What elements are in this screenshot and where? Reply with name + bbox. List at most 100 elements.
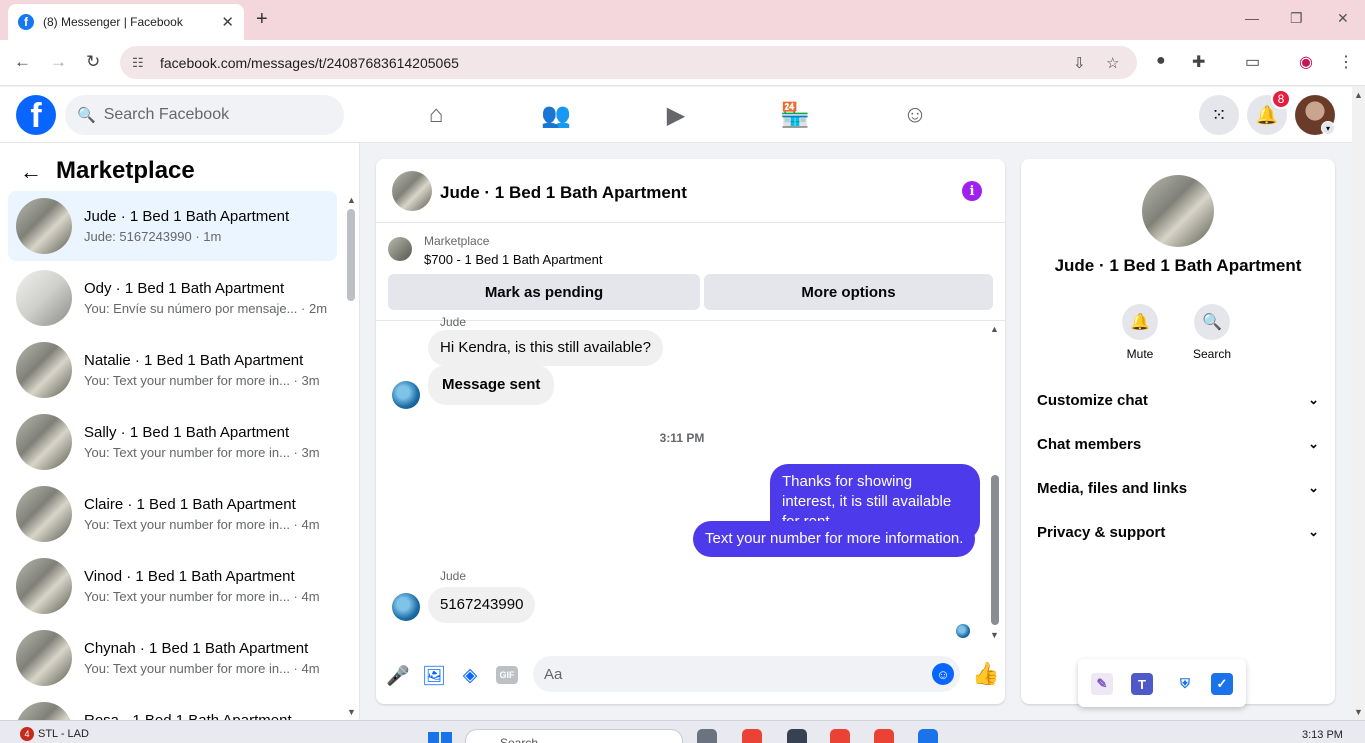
browser-menu-icon[interactable]: ⋮ (1338, 52, 1354, 72)
security-check-icon[interactable]: ✓ (1211, 673, 1233, 695)
conversation-item[interactable]: Jude · 1 Bed 1 Bath Apartment Jude: 5167… (8, 191, 337, 261)
restore-icon[interactable]: ❐ (1290, 10, 1303, 27)
app-icon[interactable] (787, 729, 807, 743)
conversation-item[interactable]: Ody · 1 Bed 1 Bath Apartment You: Envíe … (8, 263, 337, 333)
conversation-item[interactable]: Sally · 1 Bed 1 Bath Apartment You: Text… (8, 407, 337, 477)
listing-card: Marketplace $700 - 1 Bed 1 Bath Apartmen… (376, 223, 1005, 321)
section-label: Media, files and links (1037, 480, 1188, 497)
listing-thumbnail[interactable] (388, 237, 412, 261)
chat-title[interactable]: Jude · 1 Bed 1 Bath Apartment (440, 183, 687, 203)
conversation-item[interactable]: Chynah · 1 Bed 1 Bath Apartment You: Tex… (8, 623, 337, 693)
contact-name: Jude · 1 Bed 1 Bath Apartment (1054, 256, 1302, 275)
scroll-down-icon[interactable]: ▼ (1354, 707, 1363, 717)
site-settings-icon[interactable]: ☷ (132, 55, 148, 71)
search-in-conversation-button[interactable]: 🔍 Search (1182, 304, 1242, 361)
bookmark-star-icon[interactable]: ☆ (1106, 54, 1119, 72)
conversation-avatar (16, 486, 72, 542)
conversation-item[interactable]: Claire · 1 Bed 1 Bath Apartment You: Tex… (8, 479, 337, 549)
listing-title[interactable]: $700 - 1 Bed 1 Bath Apartment (424, 252, 603, 267)
pen-icon[interactable]: ✎ (1091, 673, 1113, 695)
calendar-icon[interactable] (918, 729, 938, 743)
incoming-message[interactable]: Message sent (428, 365, 555, 405)
incoming-message[interactable]: Hi Kendra, is this still available? (428, 330, 663, 366)
scroll-down-icon[interactable]: ▼ (347, 707, 356, 717)
outgoing-message[interactable]: Text your number for more information. (693, 521, 976, 557)
tab-search-icon[interactable]: ▭ (1245, 52, 1260, 72)
message-input[interactable] (533, 656, 960, 692)
video-icon[interactable]: ▶ (661, 101, 691, 130)
friends-icon[interactable]: 👥 (541, 101, 571, 130)
teams-icon[interactable]: T (1131, 673, 1153, 695)
taskbar-search[interactable]: Search (465, 729, 683, 743)
profile-icon[interactable]: ◉ (1299, 52, 1313, 72)
cookie-extension-icon[interactable]: ● (1156, 52, 1166, 70)
gif-icon[interactable]: GIF (496, 666, 518, 684)
marketplace-icon[interactable]: 🏪 (780, 101, 810, 130)
thumbs-up-icon[interactable]: 👍 (972, 661, 999, 687)
facebook-header: f 🔍 ⌂ 👥 ▶ 🏪 ☺ ⁙ 🔔 (0, 87, 1352, 143)
media-files-links-section[interactable]: Media, files and links ⌄ (1037, 480, 1319, 497)
shield-icon[interactable]: ⛨ (1174, 673, 1196, 695)
chevron-down-icon: ⌄ (1308, 436, 1319, 451)
menu-grid-icon[interactable]: ⁙ (1199, 95, 1239, 135)
photo-icon[interactable]: 🖼 (422, 664, 446, 688)
extensions-icon[interactable]: ✚ (1192, 52, 1205, 72)
mute-button[interactable]: 🔔 Mute (1110, 304, 1170, 361)
sender-avatar (392, 381, 420, 409)
emoji-icon[interactable]: ☺ (932, 663, 954, 685)
window-close-icon[interactable]: ✕ (1337, 10, 1349, 27)
marketplace-sidebar: ← Marketplace Jude · 1 Bed 1 Bath Apartm… (0, 143, 360, 720)
groups-icon[interactable]: ☺ (900, 101, 930, 129)
facebook-logo[interactable]: f (16, 95, 56, 135)
file-explorer-icon[interactable] (697, 729, 717, 743)
address-bar[interactable]: ☷ facebook.com/messages/t/24087683614205… (120, 46, 1137, 79)
chat-members-section[interactable]: Chat members ⌄ (1037, 436, 1319, 453)
page-scrollbar[interactable]: ▲ ▼ (1352, 87, 1365, 720)
reload-icon[interactable]: ↻ (86, 52, 100, 72)
conversation-item[interactable]: Rosa · 1 Bed 1 Bath Apartment (8, 695, 337, 720)
forward-icon[interactable]: → (50, 52, 67, 72)
conversation-name: Jude · 1 Bed 1 Bath Apartment (84, 208, 290, 225)
tab-close-icon[interactable]: ✕ (221, 13, 234, 31)
sidebar-scrollbar[interactable] (347, 209, 355, 301)
info-icon[interactable]: i (962, 181, 982, 201)
notification-badge: 8 (1271, 89, 1291, 109)
sticker-icon[interactable]: ◈ (458, 664, 482, 687)
listing-source: Marketplace (424, 234, 490, 248)
weather-badge: 4 (20, 727, 34, 741)
privacy-support-section[interactable]: Privacy & support ⌄ (1037, 524, 1319, 541)
chrome-icon[interactable] (742, 729, 762, 743)
back-icon[interactable]: ← (14, 52, 31, 72)
conversation-info-panel: Jude · 1 Bed 1 Bath Apartment 🔔 Mute 🔍 S… (1021, 159, 1335, 704)
scroll-up-icon[interactable]: ▲ (347, 195, 356, 205)
incoming-message[interactable]: 5167243990 (428, 587, 536, 623)
minimize-icon[interactable]: — (1245, 10, 1259, 26)
chat-scrollbar[interactable] (991, 475, 999, 625)
new-tab-button[interactable]: + (256, 8, 268, 31)
contact-avatar[interactable] (1142, 175, 1214, 247)
facebook-search-input[interactable] (103, 106, 324, 124)
customize-chat-section[interactable]: Customize chat ⌄ (1037, 392, 1319, 409)
chat-avatar[interactable] (392, 171, 432, 211)
microphone-icon[interactable]: 🎤 (386, 664, 410, 688)
chrome-profile-icon[interactable] (830, 729, 850, 743)
conversation-name: Chynah · 1 Bed 1 Bath Apartment (84, 640, 309, 657)
conversation-item[interactable]: Natalie · 1 Bed 1 Bath Apartment You: Te… (8, 335, 337, 405)
install-app-icon[interactable]: ⇩ (1073, 54, 1086, 72)
scroll-down-icon[interactable]: ▼ (990, 630, 999, 640)
scroll-up-icon[interactable]: ▲ (990, 324, 999, 334)
more-options-button[interactable]: More options (704, 274, 993, 310)
mark-as-pending-button[interactable]: Mark as pending (388, 274, 700, 310)
windows-start-icon[interactable] (428, 732, 452, 743)
home-icon[interactable]: ⌂ (421, 101, 451, 129)
back-arrow-icon[interactable]: ← (20, 159, 42, 185)
message-timestamp: 3:11 PM (659, 431, 705, 445)
bell-icon: 🔔 (1122, 304, 1158, 340)
scroll-up-icon[interactable]: ▲ (1354, 90, 1363, 100)
facebook-search[interactable]: 🔍 (65, 95, 344, 135)
conversation-item[interactable]: Vinod · 1 Bed 1 Bath Apartment You: Text… (8, 551, 337, 621)
weather-widget[interactable]: 4 STL - LAD (20, 727, 89, 741)
chevron-down-icon[interactable]: ▾ (1321, 121, 1335, 135)
chrome-profile-icon[interactable] (874, 729, 894, 743)
browser-tab[interactable]: f (8) Messenger | Facebook ✕ (8, 4, 244, 40)
